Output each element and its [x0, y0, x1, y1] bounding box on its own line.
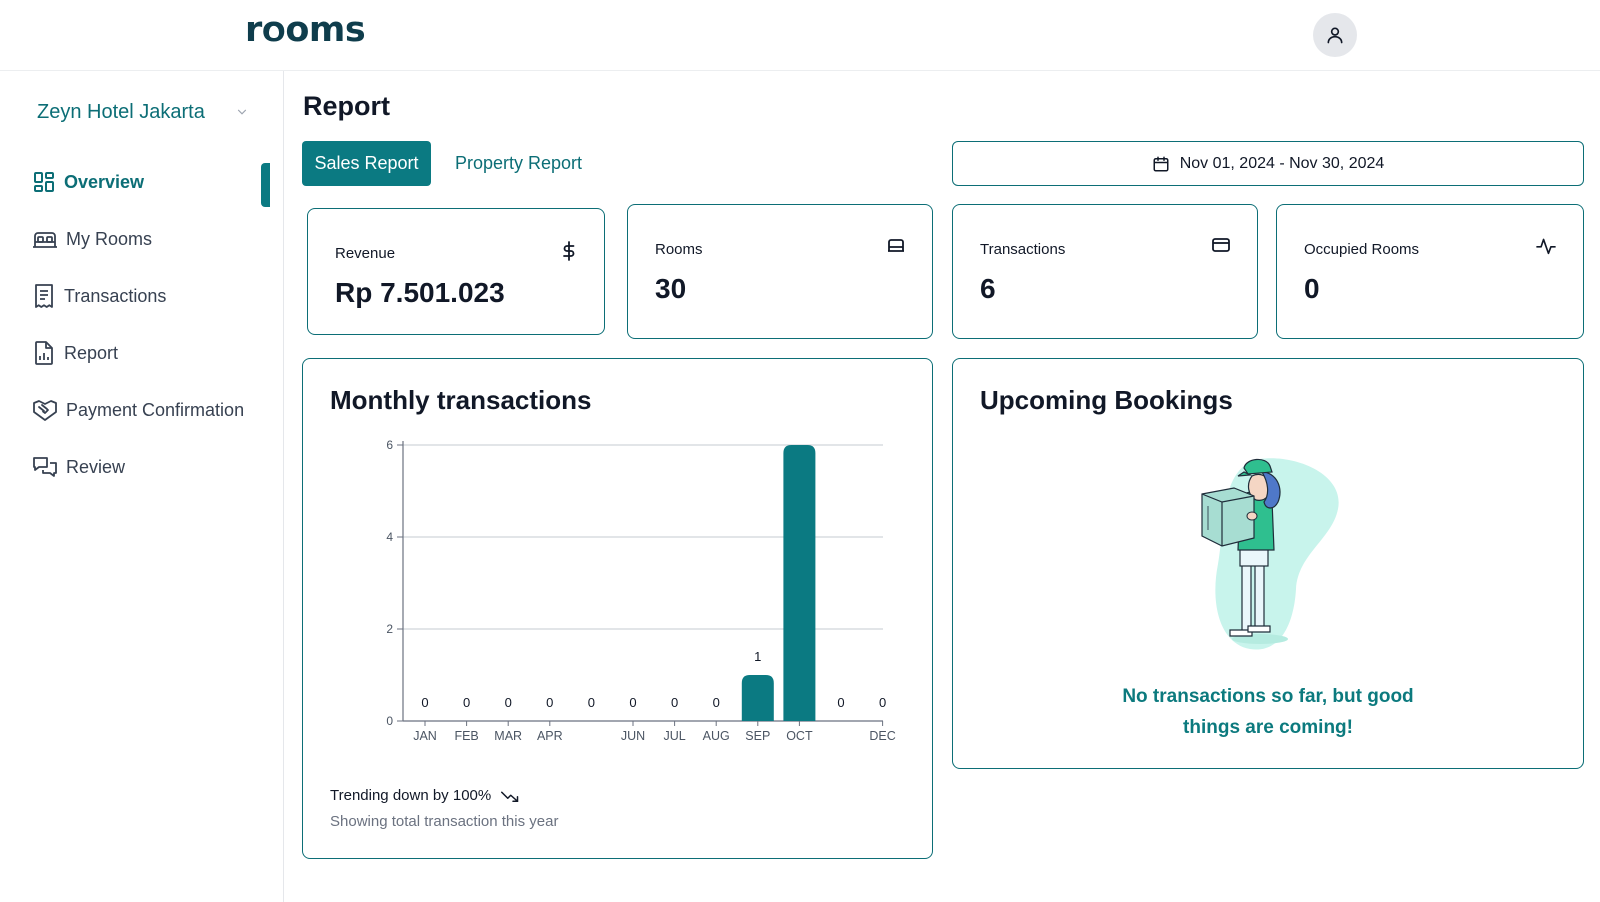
stat-label: Revenue [335, 245, 396, 262]
date-range-label: Nov 01, 2024 - Nov 30, 2024 [1179, 154, 1385, 172]
sidebar-item-transactions[interactable]: Transactions [32, 279, 166, 313]
calendar-icon [1153, 156, 1169, 171]
data-label: 0 [837, 695, 844, 710]
bed-icon [888, 239, 904, 252]
trend-line: Trending down by 100% [330, 787, 519, 804]
data-label: 0 [505, 695, 512, 710]
trending-down-icon [501, 791, 519, 802]
sidebar-item-label: My Rooms [66, 228, 153, 249]
tab-sales-report[interactable]: Sales Report [302, 141, 431, 186]
x-tick-label: FEB [454, 729, 478, 743]
rooms-card: Rooms 30 [627, 204, 933, 339]
activity-icon [1536, 238, 1556, 255]
x-tick-label: AUG [703, 729, 730, 743]
date-range-picker[interactable]: Nov 01, 2024 - Nov 30, 2024 [952, 141, 1584, 186]
logo-letter-r: r [245, 10, 262, 50]
sidebar-item-my-rooms[interactable]: My Rooms [32, 222, 152, 256]
stat-label: Transactions [980, 241, 1066, 258]
sidebar-item-payment-confirmation[interactable]: Payment Confirmation [32, 393, 244, 427]
stat-value: Rp 7.501.023 [335, 277, 505, 308]
user-avatar-button[interactable] [1313, 13, 1357, 57]
x-tick-label: APR [537, 729, 563, 743]
user-icon [1327, 27, 1343, 44]
rooms-logo[interactable]: rooms [245, 10, 366, 50]
data-label: 0 [421, 695, 428, 710]
sidebar-item-label: Transactions [64, 285, 167, 306]
stat-label: Rooms [655, 241, 703, 258]
data-label: 1 [754, 649, 761, 664]
empty-state-line-2: things are coming! [1183, 717, 1353, 738]
trend-text: Trending down by 100% [330, 787, 492, 804]
top-bar: rooms [0, 0, 1600, 71]
bar-sep [741, 675, 774, 721]
y-tick-label: 4 [386, 530, 393, 544]
x-tick-label: MAR [494, 729, 522, 743]
monthly-transactions-panel: Monthly transactions 0 2 4 6 0 JAN 0 FEB 0 MAR 0 AP… [302, 358, 933, 859]
logo-o-mascot: o [262, 10, 286, 50]
sidebar-item-label: Payment Confirmation [66, 399, 245, 420]
panel-title: Monthly transactions [330, 385, 592, 415]
dashboard-icon [34, 172, 54, 192]
y-tick-label: 0 [386, 714, 393, 728]
x-tick-label: DEC [869, 729, 895, 743]
data-label: 0 [463, 695, 470, 710]
data-label: 0 [546, 695, 553, 710]
credit-card-icon [1212, 238, 1230, 252]
occupied-rooms-card: Occupied Rooms 0 [1276, 204, 1584, 339]
sidebar-item-label: Overview [64, 171, 145, 192]
sidebar-item-label: Review [66, 456, 126, 477]
logo-letters-oms: oms [285, 10, 366, 50]
data-label: 0 [671, 695, 678, 710]
data-label: 0 [629, 695, 636, 710]
sidebar: Zeyn Hotel Jakarta Overview My Rooms Tra… [0, 71, 284, 902]
panel-title: Upcoming Bookings [980, 385, 1233, 415]
stat-value: 0 [1304, 273, 1320, 304]
revenue-card: Revenue Rp 7.501.023 [307, 208, 605, 335]
sidebar-item-label: Report [64, 342, 119, 363]
data-label: 0 [588, 695, 595, 710]
tab-property-report[interactable]: Property Report [441, 141, 596, 186]
bar-oct [783, 445, 816, 721]
monthly-bar-chart: 0 2 4 6 0 JAN 0 FEB 0 MAR 0 APR 0 0 JUN 0 JUL 0 AUG 1 SEP OCT… [386, 439, 895, 743]
sidebar-item-report[interactable]: Report [32, 336, 118, 370]
stat-value: 30 [655, 273, 687, 304]
empty-state-message: No transactions so far, but good things … [953, 681, 1583, 743]
x-tick-label: JAN [413, 729, 437, 743]
trend-subtitle: Showing total transaction this year [330, 813, 559, 830]
bed-icon [33, 232, 57, 248]
chat-icon [33, 457, 57, 477]
transactions-card: Transactions 6 [952, 204, 1258, 339]
data-label: 0 [713, 695, 720, 710]
x-tick-label: OCT [786, 729, 813, 743]
x-tick-label: SEP [745, 729, 770, 743]
dollar-icon [563, 241, 575, 261]
x-tick-label: JUL [663, 729, 685, 743]
stat-label: Occupied Rooms [1304, 241, 1420, 258]
active-indicator [261, 163, 270, 207]
delivery-person-illustration [1201, 458, 1339, 650]
hotel-selector[interactable]: Zeyn Hotel Jakarta [37, 97, 249, 127]
chevron-down-icon [237, 109, 247, 115]
data-label: 0 [879, 695, 886, 710]
handshake-icon [33, 400, 57, 421]
stat-value: 6 [980, 273, 996, 304]
y-tick-label: 2 [386, 622, 393, 636]
report-icon [35, 341, 53, 365]
y-tick-label: 6 [386, 439, 393, 452]
empty-state-line-1: No transactions so far, but good [1122, 686, 1414, 707]
sidebar-item-overview[interactable]: Overview [32, 165, 144, 199]
x-tick-label: JUN [621, 729, 645, 743]
receipt-icon [35, 284, 53, 308]
sidebar-item-review[interactable]: Review [32, 450, 125, 484]
upcoming-bookings-panel: Upcoming Bookings No transactions so far… [952, 358, 1584, 769]
hotel-name: Zeyn Hotel Jakarta [37, 100, 205, 123]
page-title: Report [303, 91, 390, 121]
